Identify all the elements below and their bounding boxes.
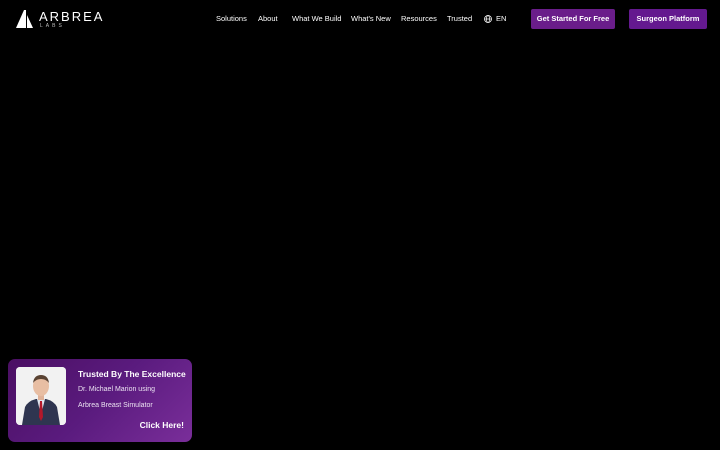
brand-tagline: LABS — [40, 23, 65, 29]
nav-item-whats-new[interactable]: What's New — [351, 12, 391, 26]
nav-item-what-we-build[interactable]: What We Build — [292, 12, 341, 26]
promo-click-here-link[interactable]: Click Here! — [140, 419, 184, 431]
nav-item-trusted[interactable]: Trusted — [447, 12, 472, 26]
logo-mark-icon — [16, 10, 33, 28]
nav-item-about[interactable]: About — [258, 12, 278, 26]
brand-name: ARBREA — [39, 9, 105, 24]
promo-description-line1: Dr. Michael Marion using — [78, 386, 156, 393]
site-header: ARBREA LABS Solutions About What We Buil… — [0, 0, 720, 38]
brand-logo[interactable]: ARBREA LABS — [15, 9, 102, 29]
doctor-photo — [16, 367, 66, 425]
globe-icon — [484, 15, 492, 23]
nav-item-solutions[interactable]: Solutions — [216, 12, 247, 26]
language-code: EN — [496, 14, 507, 23]
nav-item-resources[interactable]: Resources — [401, 12, 437, 26]
page: ARBREA LABS Solutions About What We Buil… — [0, 0, 720, 450]
promo-title: Trusted By The Excellence — [78, 369, 186, 379]
surgeon-platform-button[interactable]: Surgeon Platform — [629, 9, 707, 29]
get-started-button[interactable]: Get Started For Free — [531, 9, 615, 29]
promo-description-line2: Arbrea Breast Simulator — [78, 402, 153, 409]
promo-card[interactable]: Trusted By The Excellence Dr. Michael Ma… — [8, 359, 192, 442]
